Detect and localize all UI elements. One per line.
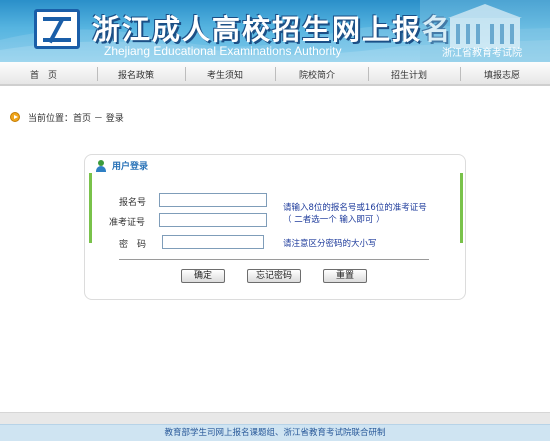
admission-no-label: 准考证号	[109, 218, 146, 228]
user-icon	[95, 159, 107, 172]
nav-item-home[interactable]: 首 页	[30, 68, 57, 81]
login-panel-title: 用户登录	[112, 162, 149, 172]
breadcrumb-text: 当前位置：首页 － 登录	[28, 113, 124, 124]
nav-item-candidate-notes[interactable]: 考生须知	[207, 68, 243, 81]
forgot-password-button[interactable]: 忘记密码	[247, 269, 301, 283]
nav-separator	[368, 67, 369, 81]
nav-item-college-intro[interactable]: 院校简介	[299, 68, 335, 81]
nav-separator	[275, 67, 276, 81]
reg-no-label: 报名号	[119, 198, 147, 208]
org-name: 浙江省教育考试院	[442, 48, 522, 59]
reg-no-hint-secondary: （ 二者选一个 输入即可 ）	[283, 215, 385, 225]
exam-authority-logo-icon	[34, 9, 80, 49]
footer-divider	[0, 412, 550, 424]
password-input[interactable]	[162, 235, 264, 249]
main-nav: 首 页 报名政策 考生须知 院校简介 招生计划 填报志愿	[0, 62, 550, 86]
header-banner: 浙江成人高校招生网上报名 Zhejiang Educational Examin…	[0, 0, 550, 62]
form-divider	[119, 259, 429, 260]
panel-accent-left	[89, 173, 92, 243]
panel-accent-right	[460, 173, 463, 243]
login-panel-header: 用户登录	[95, 159, 148, 172]
breadcrumb: 当前位置：首页 － 登录	[10, 110, 124, 124]
arrow-bullet-icon	[10, 112, 20, 122]
footer: 教育部学生司网上报名课题组、浙江省教育考试院联合研制	[0, 412, 550, 441]
site-subtitle: Zhejiang Educational Examinations Author…	[104, 44, 342, 58]
password-hint: 请注意区分密码的大小写	[283, 239, 377, 249]
login-panel: 用户登录 报名号 准考证号 密 码 请输入8位的报名号或16位的准考证号 （ 二…	[84, 154, 466, 300]
nav-separator	[97, 67, 98, 81]
nav-item-enrollment-plan[interactable]: 招生计划	[391, 68, 427, 81]
nav-item-fill-application[interactable]: 填报志愿	[484, 68, 520, 81]
confirm-button[interactable]: 确定	[181, 269, 225, 283]
reg-no-input[interactable]	[159, 193, 267, 207]
reset-button[interactable]: 重置	[323, 269, 367, 283]
nav-separator	[185, 67, 186, 81]
nav-separator	[460, 67, 461, 81]
nav-item-policy[interactable]: 报名政策	[118, 68, 154, 81]
reg-no-hint: 请输入8位的报名号或16位的准考证号	[283, 203, 427, 213]
page: 浙江成人高校招生网上报名 Zhejiang Educational Examin…	[0, 0, 550, 441]
password-label: 密 码	[119, 240, 147, 250]
footer-credits: 教育部学生司网上报名课题组、浙江省教育考试院联合研制	[0, 424, 550, 441]
site-title: 浙江成人高校招生网上报名	[92, 13, 453, 46]
admission-no-input[interactable]	[159, 213, 267, 227]
